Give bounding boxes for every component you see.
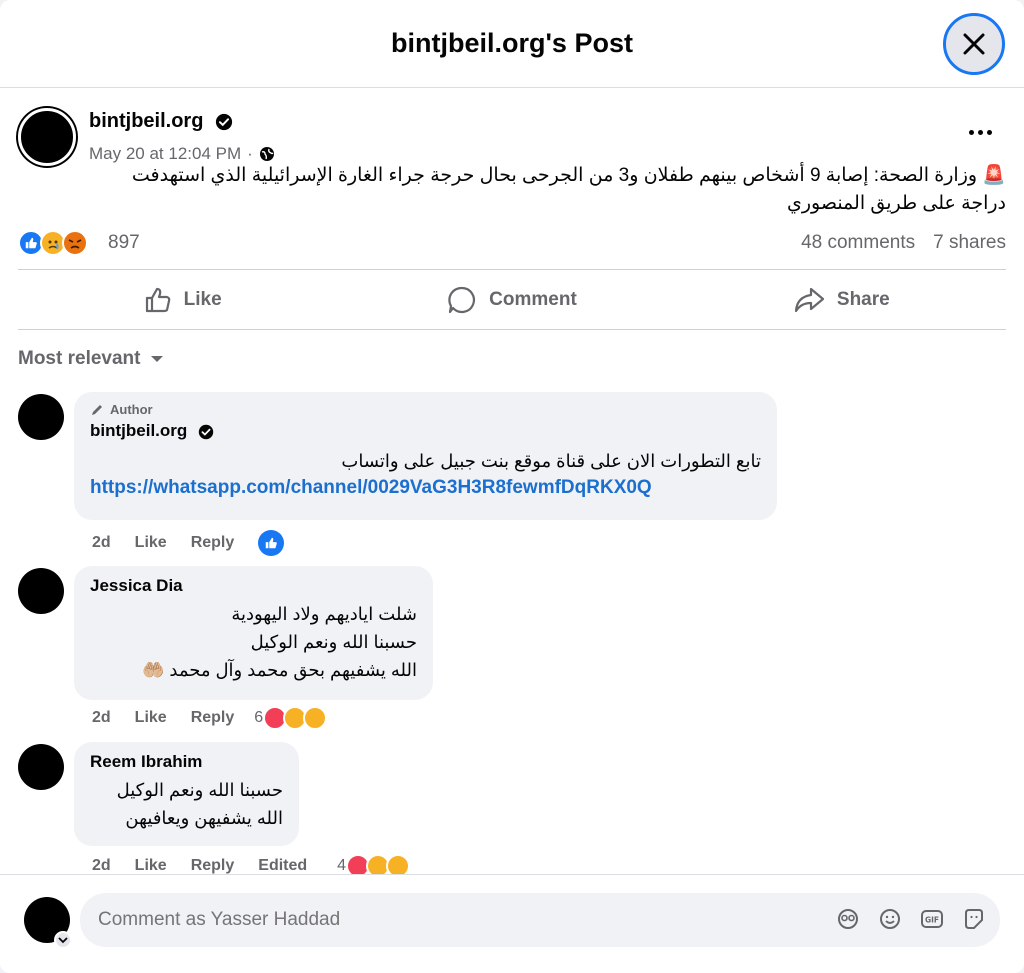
- comment-author[interactable]: bintjbeil.org: [90, 421, 187, 440]
- divider: [18, 269, 1006, 270]
- comment-reaction-count: 4: [337, 857, 347, 874]
- comment: Reem Ibrahim حسبنا الله ونعم الوكيل الله…: [0, 742, 1024, 878]
- verified-badge-icon: [198, 424, 214, 439]
- comments-count[interactable]: 48 comments: [801, 232, 915, 254]
- share-icon: [794, 287, 825, 313]
- comment-text: الله يشفيهن ويعافيهن: [125, 808, 283, 828]
- comment-sort-dropdown[interactable]: Most relevant: [18, 348, 164, 370]
- avatar-sticker-icon[interactable]: [836, 907, 860, 931]
- comment-avatar[interactable]: [18, 568, 64, 614]
- like-button[interactable]: Like: [18, 272, 347, 328]
- meta-separator: ·: [247, 144, 253, 163]
- like-icon: [145, 287, 170, 313]
- comment-reply-button[interactable]: Reply: [191, 709, 235, 727]
- post-dialog: bintjbeil.org's Post bintjbeil.org May 2…: [0, 0, 1024, 973]
- post-actions: Like Comment Share: [18, 272, 1006, 328]
- post-text-line: 🚨 وزارة الصحة: إصابة 9 أشخاص بينهم طفلان…: [131, 165, 1006, 186]
- share-button[interactable]: Share: [677, 272, 1006, 328]
- comment-bubble: Reem Ibrahim حسبنا الله ونعم الوكيل الله…: [74, 742, 299, 846]
- divider: [18, 329, 1006, 330]
- comment-time[interactable]: 2d: [92, 709, 111, 727]
- comment-actions: 2d Like Reply: [92, 530, 285, 556]
- comment-author-line: bintjbeil.org: [90, 421, 761, 441]
- haha-reaction-icon: [303, 706, 328, 730]
- comment-text: حسبنا الله ونعم الوكيل: [250, 632, 417, 652]
- post-text-line: دراجة على طريق المنصوري: [786, 193, 1006, 214]
- author-tag: Author: [90, 402, 761, 417]
- comment-avatar[interactable]: [18, 744, 64, 790]
- post-author-name[interactable]: bintjbeil.org: [89, 110, 203, 132]
- emoji-icon[interactable]: [878, 907, 902, 931]
- more-dot-icon: [977, 129, 983, 135]
- close-button[interactable]: [943, 13, 1005, 75]
- comment-text: الله يشفيهم بحق محمد وآل محمد 🤲🏼: [141, 660, 417, 680]
- shares-count[interactable]: 7 shares: [933, 232, 1006, 254]
- like-reaction-icon[interactable]: [258, 530, 285, 556]
- post-author-line: bintjbeil.org: [89, 110, 233, 133]
- comment: Author bintjbeil.org تابع التطورات الان …: [0, 392, 1024, 562]
- comment-author[interactable]: Reem Ibrahim: [90, 752, 283, 772]
- post-date[interactable]: May 20 at 12:04 PM: [89, 144, 241, 164]
- caret-down-icon: [151, 356, 164, 362]
- post-author-avatar[interactable]: [18, 108, 76, 166]
- composer-icons: GIF: [836, 907, 986, 931]
- globe-icon: [259, 147, 274, 161]
- comment-composer: GIF: [0, 874, 1024, 973]
- share-label: Share: [836, 289, 890, 310]
- sort-label: Most relevant: [18, 348, 141, 369]
- like-label: Like: [183, 289, 222, 310]
- comment-avatar[interactable]: [18, 394, 64, 440]
- comment-reactions[interactable]: 6: [254, 706, 328, 730]
- chevron-down-icon: [58, 937, 68, 944]
- pencil-icon: [92, 404, 102, 415]
- svg-text:GIF: GIF: [925, 916, 939, 925]
- dialog-title: bintjbeil.org's Post: [391, 28, 633, 58]
- comment-icon: [448, 286, 476, 314]
- reaction-icons[interactable]: [18, 230, 88, 256]
- angry-reaction-icon: [62, 230, 88, 256]
- comment-author[interactable]: Jessica Dia: [90, 576, 417, 596]
- comment-like-button[interactable]: Like: [135, 534, 167, 552]
- more-dot-icon: [986, 129, 992, 135]
- reactions-summary: 897 48 comments 7 shares: [18, 228, 1006, 260]
- comment-text: حسبنا الله ونعم الوكيل: [116, 780, 283, 800]
- comment-like-button[interactable]: Like: [135, 857, 167, 875]
- comment-text: شلت اياديهم ولاد اليهودية: [231, 604, 417, 624]
- post-meta: May 20 at 12:04 PM ·: [89, 144, 275, 164]
- comment-label: Comment: [489, 289, 577, 310]
- dialog-header: bintjbeil.org's Post: [0, 0, 1024, 88]
- sticker-icon[interactable]: [962, 907, 986, 931]
- post-options-button[interactable]: [962, 120, 998, 144]
- comment-time[interactable]: 2d: [92, 857, 111, 875]
- comment-time[interactable]: 2d: [92, 534, 111, 552]
- comment-bubble: Author bintjbeil.org تابع التطورات الان …: [74, 392, 777, 520]
- verified-badge-icon: [215, 113, 233, 130]
- comment-reaction-count: 6: [254, 709, 264, 726]
- comment-link[interactable]: https://whatsapp.com/channel/0029VaG3H3R…: [90, 477, 761, 499]
- gif-icon[interactable]: GIF: [920, 907, 944, 931]
- profile-switch-button[interactable]: [54, 931, 72, 949]
- author-tag-label: Author: [110, 402, 153, 417]
- comment-bubble: Jessica Dia شلت اياديهم ولاد اليهودية حس…: [74, 566, 433, 700]
- more-dot-icon: [968, 129, 974, 135]
- comment-button[interactable]: Comment: [347, 272, 676, 328]
- comment: Jessica Dia شلت اياديهم ولاد اليهودية حس…: [0, 566, 1024, 736]
- comment-text: تابع التطورات الان على قناة موقع بنت جبي…: [341, 451, 761, 471]
- comment-actions: 2d Like Reply 6: [92, 706, 328, 730]
- comment-like-button[interactable]: Like: [135, 709, 167, 727]
- comment-reply-button[interactable]: Reply: [191, 857, 235, 875]
- reaction-count[interactable]: 897: [108, 232, 140, 254]
- post-text: 🚨 وزارة الصحة: إصابة 9 أشخاص بينهم طفلان…: [18, 162, 1006, 218]
- close-icon: [963, 33, 985, 55]
- comment-edited-label[interactable]: Edited: [258, 857, 307, 875]
- comment-reply-button[interactable]: Reply: [191, 534, 235, 552]
- post-stats: 48 comments 7 shares: [801, 232, 1006, 254]
